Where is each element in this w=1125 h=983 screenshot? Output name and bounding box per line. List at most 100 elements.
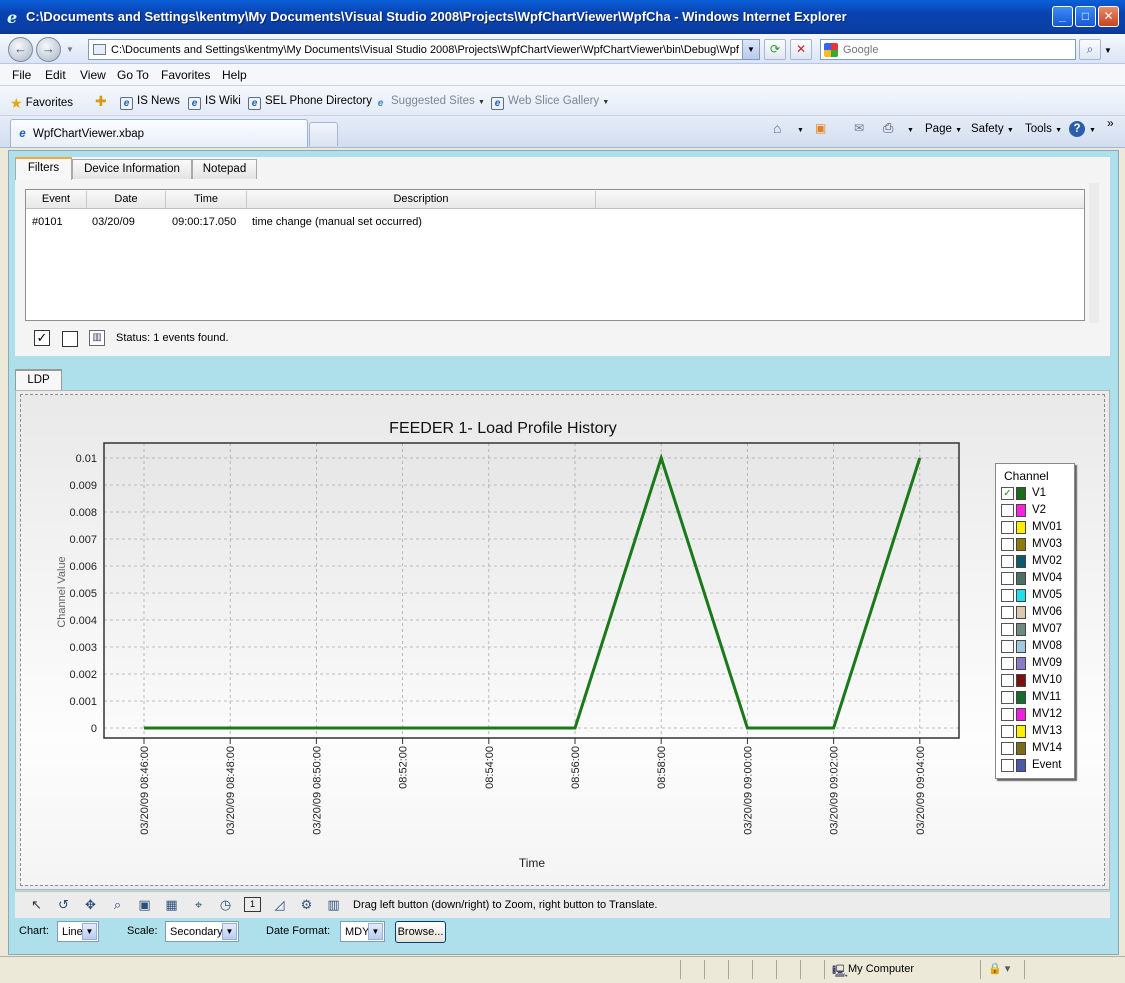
address-bar[interactable]: C:\Documents and Settings\kentmy\My Docu… <box>88 39 760 60</box>
events-grid[interactable]: Event Date Time Description #0101 03/20/… <box>25 189 1085 321</box>
maximize-button[interactable]: □ <box>1075 6 1096 27</box>
chart-type-select[interactable]: Line ▼ <box>57 921 99 942</box>
help-icon[interactable]: ? <box>1069 121 1085 137</box>
safety-menu[interactable]: Safety ▼ <box>971 123 1014 135</box>
page-menu[interactable]: Page ▼ <box>925 123 962 135</box>
refresh-icon[interactable]: ⟳ <box>764 39 786 60</box>
legend-checkbox[interactable] <box>1001 691 1014 704</box>
legend-item-event[interactable]: Event <box>1001 758 1073 774</box>
legend-item-mv13[interactable]: MV13 <box>1001 724 1073 740</box>
home-dropdown-icon[interactable]: ▼ <box>797 127 804 134</box>
favorite-web-slice-gallery[interactable]: e Web Slice Gallery ▼ <box>491 95 609 110</box>
legend-item-v1[interactable]: ✓ V1 <box>1001 486 1073 502</box>
address-dropdown-icon[interactable]: ▼ <box>742 40 759 59</box>
forward-button[interactable]: → <box>36 37 61 62</box>
menu-view[interactable]: View <box>80 68 106 82</box>
menu-goto[interactable]: Go To <box>117 68 149 82</box>
help-dropdown-icon[interactable]: ▼ <box>1089 127 1096 134</box>
back-button[interactable]: ← <box>8 37 33 62</box>
legend-item-mv02[interactable]: MV02 <box>1001 554 1073 570</box>
menu-file[interactable]: File <box>12 68 31 82</box>
legend-item-mv01[interactable]: MV01 <box>1001 520 1073 536</box>
tools-menu[interactable]: Tools ▼ <box>1025 123 1062 135</box>
clock-icon[interactable]: ◷ <box>217 897 234 914</box>
zoom-box-icon[interactable]: ▣ <box>136 897 153 914</box>
legend-item-mv06[interactable]: MV06 <box>1001 605 1073 621</box>
favorite-is-news[interactable]: e IS News <box>120 95 180 110</box>
close-button[interactable]: ✕ <box>1098 6 1119 27</box>
menu-help[interactable]: Help <box>222 68 247 82</box>
crosshair-icon[interactable]: ⌖ <box>190 897 207 914</box>
legend-checkbox[interactable] <box>1001 708 1014 721</box>
legend-item-mv14[interactable]: MV14 <box>1001 741 1073 757</box>
home-icon[interactable]: ⌂ <box>773 120 781 136</box>
columns-icon[interactable]: ▥ <box>89 330 105 346</box>
legend-checkbox[interactable] <box>1001 742 1014 755</box>
legend-item-mv12[interactable]: MV12 <box>1001 707 1073 723</box>
legend-checkbox[interactable] <box>1001 606 1014 619</box>
column-header-description[interactable]: Description <box>247 193 595 205</box>
cell-event[interactable]: #0101 <box>32 216 63 228</box>
settings-icon[interactable]: ⚙ <box>298 897 315 914</box>
legend-checkbox[interactable] <box>1001 640 1014 653</box>
search-box[interactable] <box>820 39 1076 60</box>
scale-select[interactable]: Secondary ▼ <box>165 921 239 942</box>
legend-checkbox[interactable] <box>1001 623 1014 636</box>
menu-favorites[interactable]: Favorites <box>161 68 210 82</box>
undo-icon[interactable]: ↺ <box>55 897 72 914</box>
columns-icon[interactable]: ▥ <box>325 897 342 914</box>
favorite-suggested-sites[interactable]: e Suggested Sites ▼ <box>374 95 485 110</box>
chart-area[interactable]: 0 0.001 0.002 0.003 0.004 0.005 0.006 0.007 0.00… <box>20 394 1105 886</box>
feeds-icon[interactable]: ▣ <box>815 121 826 135</box>
legend-checkbox[interactable]: ✓ <box>1001 487 1014 500</box>
legend-item-mv05[interactable]: MV05 <box>1001 588 1073 604</box>
history-dropdown-icon[interactable]: ▼ <box>66 45 74 54</box>
column-header-time[interactable]: Time <box>166 193 246 205</box>
legend-item-mv10[interactable]: MV10 <box>1001 673 1073 689</box>
chevron-right-icon[interactable]: » <box>1107 116 1114 130</box>
single-icon[interactable]: 1 <box>244 897 261 912</box>
pointer-icon[interactable]: ↖ <box>28 897 45 914</box>
menu-edit[interactable]: Edit <box>45 68 66 82</box>
search-options-dropdown-icon[interactable]: ▼ <box>1104 46 1112 55</box>
favorite-sel-phone-directory[interactable]: e SEL Phone Directory <box>248 95 372 110</box>
legend-item-mv07[interactable]: MV07 <box>1001 622 1073 638</box>
favorites-button[interactable]: ★ Favorites <box>10 95 73 112</box>
legend-checkbox[interactable] <box>1001 657 1014 670</box>
legend-checkbox[interactable] <box>1001 521 1014 534</box>
legend-checkbox[interactable] <box>1001 725 1014 738</box>
tab-wpfchartviewer[interactable]: e WpfChartViewer.xbap <box>10 119 308 147</box>
zoom-fit-icon[interactable]: ▦ <box>163 897 180 914</box>
legend-item-v2[interactable]: V2 <box>1001 503 1073 519</box>
column-header-event[interactable]: Event <box>26 193 86 205</box>
search-icon[interactable]: ⌕ <box>1079 39 1101 60</box>
browse-button[interactable]: Browse... <box>395 921 446 943</box>
tab-notepad[interactable]: Notepad <box>192 159 257 179</box>
legend-checkbox[interactable] <box>1001 538 1014 551</box>
print-dropdown-icon[interactable]: ▼ <box>907 127 914 134</box>
print-icon[interactable]: ⎙ <box>883 120 893 136</box>
minimize-button[interactable]: _ <box>1052 6 1073 27</box>
legend-checkbox[interactable] <box>1001 504 1014 517</box>
zoom-icon[interactable]: ⌕ <box>109 897 126 914</box>
filters-scrollbar[interactable] <box>1089 183 1099 323</box>
date-format-select[interactable]: MDY ▼ <box>340 921 385 942</box>
legend-item-mv09[interactable]: MV09 <box>1001 656 1073 672</box>
pan-icon[interactable]: ✥ <box>82 897 99 914</box>
tab-ldp[interactable]: LDP <box>15 369 62 392</box>
clear-all-checkbox-icon[interactable] <box>62 331 78 347</box>
tab-device-information[interactable]: Device Information <box>72 159 192 179</box>
legend-checkbox[interactable] <box>1001 555 1014 568</box>
legend-checkbox[interactable] <box>1001 674 1014 687</box>
favorite-is-wiki[interactable]: e IS Wiki <box>188 95 241 110</box>
new-tab-button[interactable] <box>309 122 338 146</box>
cell-date[interactable]: 03/20/09 <box>92 216 135 228</box>
cell-time[interactable]: 09:00:17.050 <box>172 216 236 228</box>
chart-type-icon[interactable]: ◿ <box>271 897 288 914</box>
legend-checkbox[interactable] <box>1001 572 1014 585</box>
stop-icon[interactable]: ✕ <box>790 39 812 60</box>
protected-mode-icon[interactable]: 🔒 ▾ <box>988 962 1010 975</box>
mail-icon[interactable]: ✉ <box>854 121 864 135</box>
legend-item-mv03[interactable]: MV03 <box>1001 537 1073 553</box>
select-all-checkbox-icon[interactable]: ✓ <box>34 330 50 346</box>
